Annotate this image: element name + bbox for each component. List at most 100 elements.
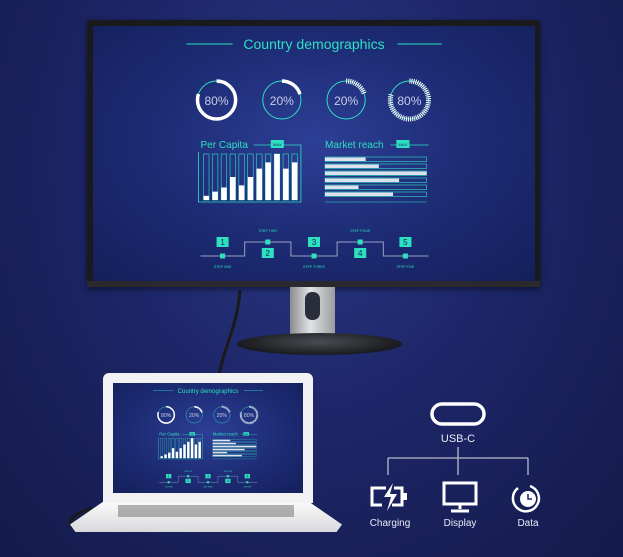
- step-number: 4: [227, 479, 229, 483]
- step-label: STEP TWO: [184, 471, 193, 473]
- hbar: [325, 164, 379, 168]
- hbar: [212, 448, 245, 451]
- bar: [168, 452, 171, 459]
- bar: [247, 177, 254, 200]
- step-node: [265, 239, 271, 245]
- ring-label: 80%: [205, 94, 229, 108]
- step-label: STEP ONE: [214, 265, 232, 269]
- bar: [194, 444, 198, 459]
- hbar: [325, 157, 366, 161]
- step-node: [357, 239, 363, 245]
- usb-c-label: USB-C: [440, 433, 476, 445]
- per-capita-title: Per Capita: [159, 432, 180, 437]
- per-capita-title: Per Capita: [200, 140, 248, 151]
- ring-label: 80%: [397, 94, 421, 108]
- step-number: 2: [266, 249, 271, 258]
- bar: [221, 187, 227, 200]
- hbar: [212, 439, 231, 442]
- max-badge-label: MAX: [399, 142, 408, 147]
- bar: [190, 438, 194, 459]
- step-label: STEP FIVE: [396, 265, 415, 269]
- step-node: [311, 253, 317, 259]
- monitor-screen: Country demographics 80% 20% 20% 80% Per Capi…: [93, 26, 535, 281]
- hbar: [212, 454, 242, 457]
- ring-label: 20%: [189, 413, 200, 419]
- bar: [203, 195, 210, 200]
- step-number: 1: [220, 238, 225, 247]
- bar: [265, 162, 271, 200]
- bar: [238, 185, 245, 200]
- step-node: [220, 253, 226, 259]
- progress-ring: 80%: [195, 79, 238, 121]
- step-label: STEP FOUR: [224, 471, 233, 473]
- clock-sync-icon: [511, 484, 541, 513]
- bar: [198, 441, 201, 459]
- max-badge-label: MAX: [273, 142, 282, 147]
- bar: [179, 448, 182, 459]
- ring-label: 20%: [217, 413, 228, 419]
- hbar: [325, 178, 400, 182]
- bar: [160, 456, 163, 459]
- bar: [274, 154, 280, 200]
- hbar: [325, 185, 359, 189]
- bar: [171, 448, 175, 459]
- step-node: [187, 475, 190, 478]
- charging-battery-icon: [370, 483, 407, 511]
- market-reach-title: Market reach: [213, 432, 239, 437]
- data-label: Data: [517, 518, 539, 529]
- laptop-keyboard: [118, 505, 294, 517]
- step-node: [402, 253, 408, 259]
- ring-label: 80%: [161, 413, 172, 419]
- bar: [164, 454, 167, 459]
- hbar: [212, 451, 228, 454]
- monitor-icon: [442, 481, 478, 513]
- usb-c-port-icon: [430, 402, 486, 426]
- monitor: Country demographics 80% 20% 20% 80% Per Capi…: [87, 20, 540, 287]
- step-number: 5: [246, 474, 248, 478]
- laptop-screen: Country demographics 80% 20% 20% 80% Per Capi…: [113, 383, 303, 493]
- step-node: [226, 475, 229, 478]
- bar: [256, 168, 263, 200]
- step-number: 3: [312, 238, 317, 247]
- hbar: [325, 192, 394, 196]
- step-number: 2: [187, 479, 189, 483]
- usb-c-diagram: USB-C Charging Display Data: [360, 395, 550, 535]
- ring-label: 20%: [334, 94, 358, 108]
- bar: [187, 441, 190, 459]
- step-label: STEP THREE: [203, 486, 212, 488]
- bar: [291, 162, 298, 200]
- usb-c-tree: [370, 402, 541, 513]
- progress-ring: 80%: [387, 78, 432, 122]
- bar: [183, 444, 186, 459]
- step-number: 4: [358, 249, 363, 258]
- hbar: [212, 442, 236, 445]
- step-number: 5: [403, 238, 408, 247]
- screen-title: Country demographics: [178, 389, 239, 395]
- step-node: [246, 481, 249, 484]
- screen-title: Country demographics: [243, 36, 384, 52]
- bar: [175, 451, 179, 459]
- hbar: [212, 445, 257, 448]
- step-label: STEP FIVE: [243, 486, 251, 488]
- monitor-stand-base: [237, 333, 402, 355]
- step-node: [206, 481, 210, 484]
- bar: [212, 191, 218, 200]
- market-reach-title: Market reach: [325, 140, 384, 151]
- progress-ring: 80%: [239, 405, 259, 425]
- progress-ring: 20%: [185, 405, 204, 424]
- bar: [230, 177, 236, 200]
- stand-cable-hole: [305, 292, 320, 320]
- bar-track: [203, 153, 210, 201]
- progress-ring: 20%: [212, 405, 232, 425]
- charging-label: Charging: [369, 518, 411, 529]
- step-label: STEP ONE: [165, 486, 173, 488]
- progress-ring: 20%: [324, 78, 368, 122]
- step-node: [167, 481, 170, 484]
- laptop-lid: Country demographics 80% 20% 20% 80% Per Capi…: [103, 373, 313, 503]
- step-label: STEP THREE: [303, 265, 326, 269]
- progress-ring: 20%: [261, 79, 303, 121]
- progress-ring: 80%: [157, 405, 176, 424]
- step-number: 1: [168, 474, 170, 478]
- bar-track: [160, 438, 164, 459]
- step-label: STEP FOUR: [350, 229, 370, 233]
